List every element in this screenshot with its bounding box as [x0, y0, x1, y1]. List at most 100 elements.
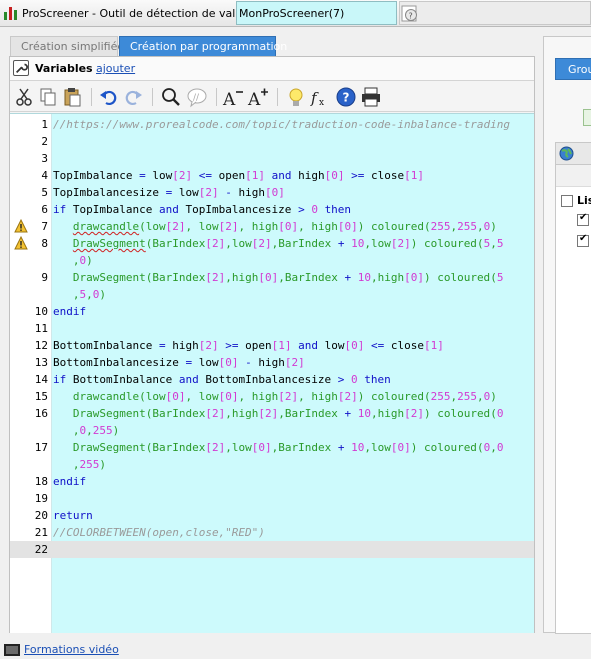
line-number: 13	[34, 356, 48, 369]
line-number: 20	[34, 509, 48, 522]
code-text: DrawSegment(BarIndex[2],high[0],BarIndex…	[72, 271, 504, 284]
cut-icon[interactable]	[13, 86, 35, 108]
right-panel: Grou Lis	[543, 36, 591, 634]
programming-panel: Variables ajouter // A A f x ? 1 //https…	[9, 56, 535, 633]
code-line[interactable]: 7 drawcandle(low[2], low[2], high[0], hi…	[10, 218, 534, 235]
tab-simplified-creation[interactable]: Création simplifiée	[10, 36, 124, 56]
code-line[interactable]: 16 DrawSegment(BarIndex[2],high[2],BarIn…	[10, 405, 534, 422]
code-line[interactable]: 17 DrawSegment(BarIndex[2],low[0],BarInd…	[10, 439, 534, 456]
code-line[interactable]: 15 drawcandle(low[0], low[0], high[2], h…	[10, 388, 534, 405]
code-line[interactable]: ,5,0)	[10, 286, 534, 303]
list-label: Lis	[577, 194, 591, 207]
code-line[interactable]: 5 TopImbalancesize = low[2] - high[0]	[10, 184, 534, 201]
code-line[interactable]: 19	[10, 490, 534, 507]
code-line[interactable]: 21 //COLORBETWEEN(open,close,"RED")	[10, 524, 534, 541]
group-button-label: Grou	[568, 63, 591, 76]
variables-label: Variables	[35, 62, 93, 75]
code-line[interactable]: 8 DrawSegment(BarIndex[2],low[2],BarInde…	[10, 235, 534, 252]
code-line[interactable]: 20 return	[10, 507, 534, 524]
code-line[interactable]: 14 if BottomInbalance and BottomInbalance…	[10, 371, 534, 388]
code-text: if TopImbalance and TopImbalancesize > 0…	[53, 203, 352, 216]
warning-icon[interactable]	[14, 219, 28, 233]
svg-text:A: A	[222, 90, 236, 108]
list-item-checkbox[interactable]	[577, 212, 589, 226]
list-group: Lis	[555, 142, 591, 634]
function-icon[interactable]: fx	[309, 86, 331, 108]
code-editor[interactable]: 1 //https://www.prorealcode.com/topic/tra…	[10, 113, 534, 633]
code-text: drawcandle(low[2], low[2], high[0], high…	[72, 220, 497, 233]
document-help-icon[interactable]: ?	[401, 5, 419, 22]
small-action-button[interactable]	[583, 109, 591, 126]
line-number: 14	[34, 373, 48, 386]
code-line[interactable]: 10 endif	[10, 303, 534, 320]
redo-icon[interactable]	[122, 86, 144, 108]
line-number: 16	[34, 407, 48, 420]
toolbar-separator	[216, 88, 217, 106]
code-line[interactable]: 18 endif	[10, 473, 534, 490]
code-line[interactable]: 6 if TopImbalance and TopImbalancesize > …	[10, 201, 534, 218]
wrench-icon	[13, 60, 29, 76]
list-subheader	[556, 165, 591, 187]
svg-text:?: ?	[343, 91, 350, 105]
undo-icon[interactable]	[98, 86, 120, 108]
copy-icon[interactable]	[37, 86, 59, 108]
code-line[interactable]: 11	[10, 320, 534, 337]
line-number: 11	[34, 322, 48, 335]
line-number: 3	[41, 152, 48, 165]
variables-bar: Variables ajouter	[10, 57, 534, 81]
code-line[interactable]: 12 BottomInbalance = high[2] >= open[1] a…	[10, 337, 534, 354]
paste-icon[interactable]	[61, 86, 83, 108]
editor-toolbar: // A A fx ?	[10, 82, 534, 112]
add-variable-link[interactable]: ajouter	[96, 62, 135, 75]
screener-name-value: MonProScreener(7)	[239, 7, 345, 20]
help-area	[399, 1, 591, 25]
code-text: drawcandle(low[0], low[0], high[2], high…	[72, 390, 497, 403]
code-line[interactable]: ,0)	[10, 252, 534, 269]
list-item-checkbox[interactable]	[577, 233, 589, 247]
line-number: 6	[41, 203, 48, 216]
video-training-link[interactable]: Formations vidéo	[24, 643, 119, 656]
line-number: 18	[34, 475, 48, 488]
line-number: 21	[34, 526, 48, 539]
line-number: 4	[41, 169, 48, 182]
comment-icon[interactable]: //	[186, 86, 208, 108]
code-text: TopImbalance = low[2] <= open[1] and hig…	[53, 169, 424, 182]
line-number: 2	[41, 135, 48, 148]
warning-icon[interactable]	[14, 236, 28, 250]
line-number: 5	[41, 186, 48, 199]
idea-icon[interactable]	[285, 86, 307, 108]
font-increase-icon[interactable]: A	[247, 86, 269, 110]
screener-name-field[interactable]: MonProScreener(7)	[236, 1, 397, 25]
print-icon[interactable]	[360, 86, 382, 108]
list-checkbox[interactable]	[561, 195, 573, 207]
code-line[interactable]: 9 DrawSegment(BarIndex[2],high[0],BarInd…	[10, 269, 534, 286]
code-line[interactable]: 2	[10, 133, 534, 150]
code-text: return	[53, 509, 93, 522]
font-decrease-icon[interactable]: A	[222, 86, 244, 110]
line-number: 17	[34, 441, 48, 454]
code-line[interactable]: ,255)	[10, 456, 534, 473]
svg-text:f: f	[310, 89, 319, 107]
svg-text:A: A	[247, 90, 261, 108]
code-line[interactable]: 22	[10, 541, 534, 558]
footer: Formations vidéo	[0, 641, 591, 659]
code-text: ,5,0)	[72, 288, 106, 301]
code-line[interactable]: 13 BottomInbalancesize = low[0] - high[2]	[10, 354, 534, 371]
list-group-header	[556, 143, 591, 165]
group-button[interactable]: Grou	[555, 58, 591, 80]
window-title: ProScreener - Outil de détection de vale…	[22, 7, 260, 20]
code-line[interactable]: 4 TopImbalance = low[2] <= open[1] and hi…	[10, 167, 534, 184]
tab-programming-creation[interactable]: Création par programmation	[119, 36, 287, 56]
search-icon[interactable]	[160, 86, 182, 108]
video-film-icon	[4, 644, 20, 656]
code-text: endif	[53, 305, 87, 318]
code-line[interactable]: 1 //https://www.prorealcode.com/topic/tra…	[10, 116, 534, 133]
code-line[interactable]: ,0,255)	[10, 422, 534, 439]
toolbar-separator	[152, 88, 153, 106]
code-text: ,255)	[72, 458, 106, 471]
window-titlebar: ProScreener - Outil de détection de vale…	[0, 0, 591, 27]
code-line[interactable]: 3	[10, 150, 534, 167]
help-icon[interactable]: ?	[335, 86, 357, 108]
code-text: ,0,255)	[72, 424, 120, 437]
line-number: 1	[41, 118, 48, 131]
